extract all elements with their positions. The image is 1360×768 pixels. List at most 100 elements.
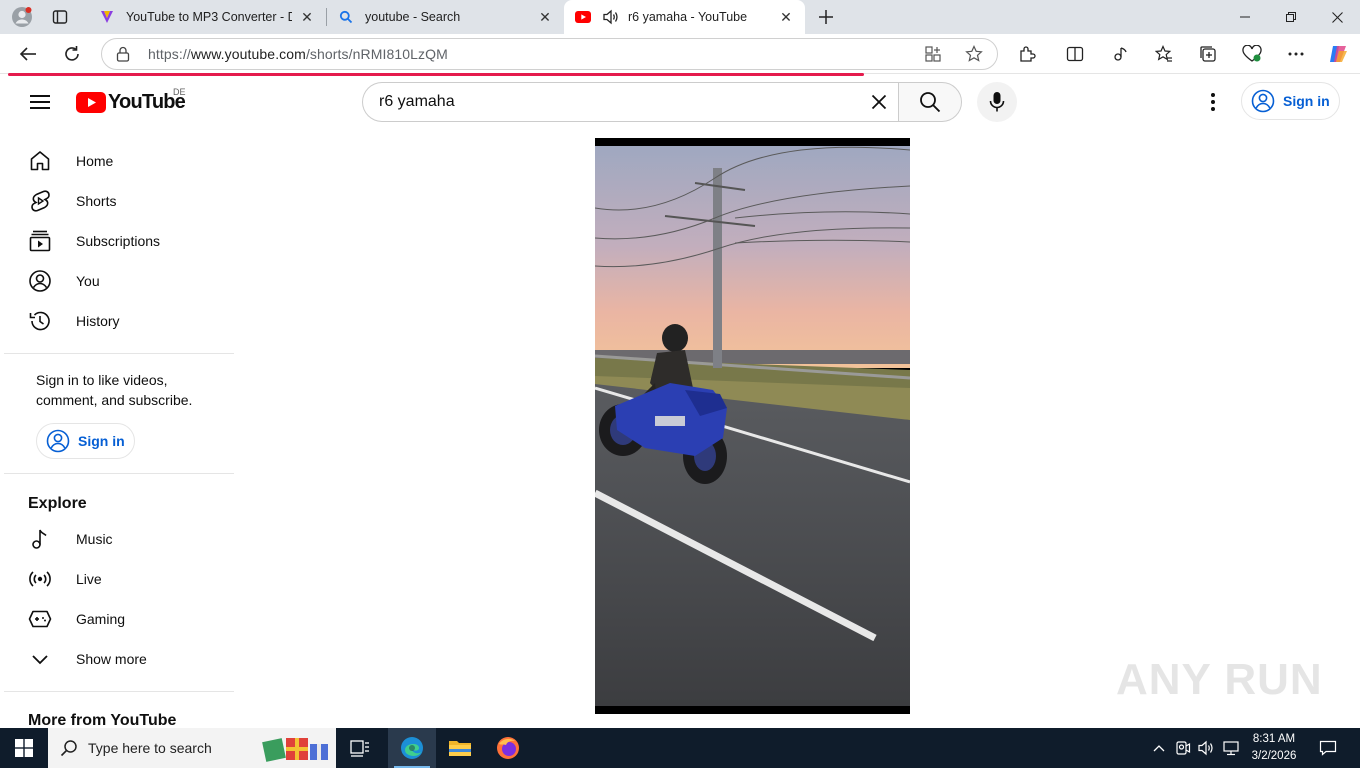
tab-search[interactable]: youtube - Search ✕ (327, 0, 564, 34)
system-clock[interactable]: 8:31 AM 3/2/2026 (1244, 731, 1304, 765)
search-input[interactable]: r6 yamaha (362, 82, 899, 122)
search-icon (919, 91, 941, 113)
taskbar-search-box[interactable]: Type here to search (48, 728, 336, 768)
sign-in-button[interactable]: Sign in (1241, 82, 1340, 120)
video-frame-motorcycle (595, 138, 910, 706)
subscriptions-icon (28, 229, 52, 253)
clear-search-icon[interactable] (861, 84, 897, 120)
close-tab-icon[interactable]: ✕ (298, 8, 316, 26)
sidebar-divider (4, 353, 234, 354)
sign-in-label: Sign in (78, 433, 125, 449)
settings-kebab-icon[interactable] (1197, 86, 1229, 118)
meet-now-camera-icon[interactable] (1172, 728, 1194, 768)
tab-youtube-active[interactable]: r6 yamaha - YouTube ✕ (564, 0, 805, 34)
read-aloud-icon[interactable] (1104, 38, 1136, 70)
clock-time: 8:31 AM (1252, 733, 1296, 745)
search-button[interactable] (898, 82, 962, 122)
home-icon (28, 149, 52, 173)
search-highlight-gifts-icon (262, 734, 332, 762)
extensions-icon[interactable] (1011, 38, 1043, 70)
browser-essentials-icon[interactable] (1236, 38, 1268, 70)
gaming-icon (28, 607, 52, 631)
restore-icon[interactable] (1268, 0, 1314, 34)
profile-icon[interactable] (6, 1, 38, 33)
taskbar-search-placeholder: Type here to search (88, 740, 212, 756)
refresh-icon[interactable] (56, 38, 88, 70)
sign-in-label: Sign in (1283, 93, 1330, 109)
shorts-video-player[interactable] (595, 138, 910, 714)
youtube-header: YouTube DE r6 yamaha Sign in (0, 76, 1360, 128)
favorites-icon[interactable] (1148, 38, 1180, 70)
app-available-icon[interactable] (924, 45, 942, 63)
chevron-down-icon (28, 647, 52, 671)
sign-in-prompt: Sign in to like videos, comment, and sub… (36, 372, 193, 408)
sidebar-item-home[interactable]: Home (4, 141, 234, 181)
sidebar-item-you[interactable]: You (4, 261, 234, 301)
sidebar-item-history[interactable]: History (4, 301, 234, 341)
converter-v-icon (98, 8, 116, 26)
music-icon (28, 527, 52, 551)
close-tab-icon[interactable]: ✕ (777, 8, 795, 26)
network-icon[interactable] (1220, 728, 1242, 768)
more-menu-icon[interactable] (1280, 38, 1312, 70)
voice-search-mic-icon[interactable] (977, 82, 1017, 122)
tab-title: YouTube to MP3 Converter - Dow (126, 10, 292, 24)
favorite-star-icon[interactable] (965, 45, 983, 63)
sidebar-divider (4, 473, 234, 474)
explore-heading: Explore (28, 495, 87, 512)
sidebar-item-label: You (76, 273, 100, 289)
close-window-icon[interactable] (1314, 0, 1360, 34)
tab-title: youtube - Search (365, 10, 461, 24)
search-icon (337, 8, 355, 26)
minimize-icon[interactable] (1222, 0, 1268, 34)
sidebar-item-shorts[interactable]: Shorts (4, 181, 234, 221)
search-icon (60, 739, 78, 757)
taskbar-firefox-icon[interactable] (484, 728, 532, 768)
guide-sidebar: Home Shorts Subscriptions You History Si… (4, 140, 234, 728)
collections-icon[interactable] (1192, 38, 1224, 70)
windows-start-icon[interactable] (0, 728, 48, 768)
youtube-icon (574, 8, 592, 26)
sidebar-divider (4, 691, 234, 692)
taskbar-file-explorer-icon[interactable] (436, 728, 484, 768)
browser-tab-strip: YouTube to MP3 Converter - Dow ✕ youtube… (0, 0, 1360, 34)
sidebar-item-music[interactable]: Music (4, 519, 234, 559)
tab-converter[interactable]: YouTube to MP3 Converter - Dow ✕ (88, 0, 326, 34)
account-circle-icon (46, 429, 70, 453)
volume-icon[interactable] (1196, 728, 1218, 768)
shorts-icon (28, 189, 52, 213)
sidebar-item-live[interactable]: Live (4, 559, 234, 599)
speaker-icon[interactable] (602, 8, 620, 26)
show-hidden-icons-chevron-up-icon[interactable] (1149, 728, 1169, 768)
sidebar-item-label: Shorts (76, 193, 117, 209)
you-icon (28, 269, 52, 293)
sidebar-item-label: History (76, 313, 120, 329)
live-icon (28, 567, 52, 591)
hamburger-menu-icon[interactable] (24, 86, 56, 118)
sidebar-item-label: Live (76, 571, 102, 587)
account-circle-icon (1251, 89, 1275, 113)
url-text: https://www.youtube.com/shorts/nRMI810Lz… (148, 46, 448, 62)
region-code: DE (173, 87, 186, 97)
sidebar-item-gaming[interactable]: Gaming (4, 599, 234, 639)
sidebar-sign-in-button[interactable]: Sign in (36, 423, 135, 459)
split-screen-icon[interactable] (1059, 38, 1091, 70)
sidebar-item-subscriptions[interactable]: Subscriptions (4, 221, 234, 261)
browser-toolbar: https://www.youtube.com/shorts/nRMI810Lz… (0, 34, 1360, 74)
address-bar[interactable]: https://www.youtube.com/shorts/nRMI810Lz… (101, 38, 998, 70)
sidebar-item-label: Home (76, 153, 114, 169)
new-tab-icon[interactable] (810, 1, 842, 33)
youtube-logo[interactable]: YouTube DE (76, 87, 186, 114)
search-query[interactable]: r6 yamaha (379, 93, 861, 111)
copilot-icon[interactable] (1322, 38, 1354, 70)
back-arrow-icon[interactable] (12, 38, 44, 70)
task-view-icon[interactable] (340, 728, 380, 768)
close-tab-icon[interactable]: ✕ (536, 8, 554, 26)
notifications-icon[interactable] (1314, 728, 1342, 768)
sidebar-item-label: Show more (76, 651, 147, 667)
lock-icon[interactable] (116, 46, 136, 62)
sidebar-item-show-more[interactable]: Show more (4, 639, 234, 679)
taskbar-edge-icon[interactable] (388, 728, 436, 768)
youtube-play-logo-icon (76, 92, 106, 113)
tab-actions-icon[interactable] (44, 1, 76, 33)
